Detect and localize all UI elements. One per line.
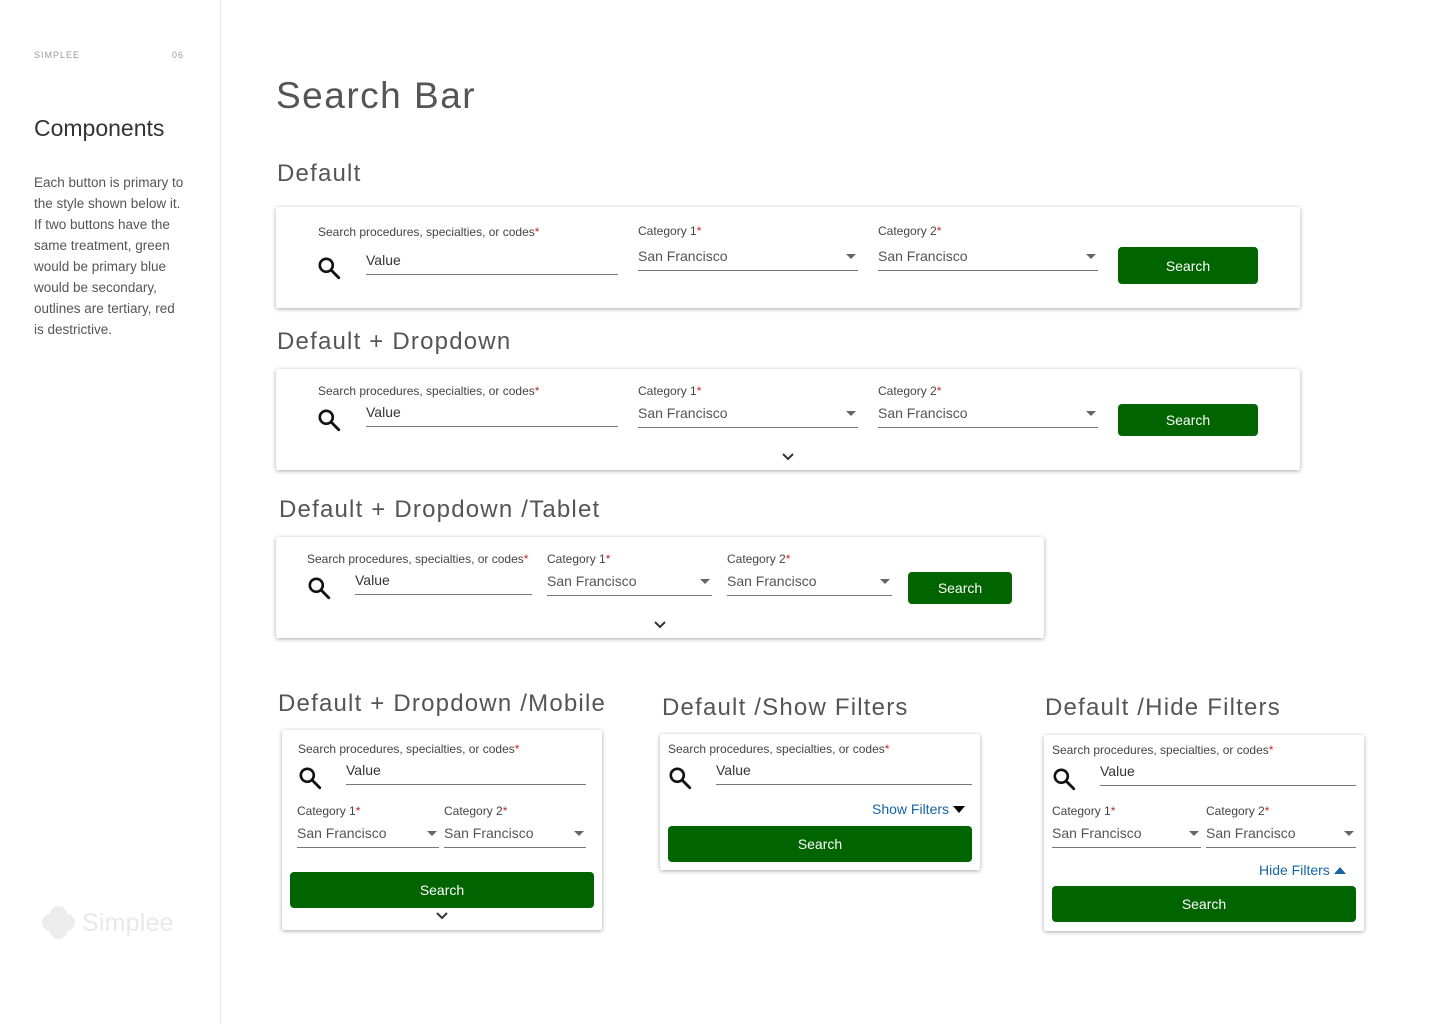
search-field-label: Search procedures, specialties, or codes… (318, 225, 540, 239)
section-title-default: Default (277, 160, 362, 187)
category1-label: Category 1* (297, 804, 361, 818)
search-field-label: Search procedures, specialties, or codes… (318, 384, 540, 398)
search-input[interactable]: Value (346, 759, 586, 785)
category1-label: Category 1* (638, 224, 702, 238)
chevron-down-icon[interactable] (781, 452, 795, 462)
caret-down-icon (1189, 831, 1199, 836)
category1-select[interactable]: San Francisco (638, 402, 858, 428)
search-icon[interactable] (306, 575, 332, 601)
caret-down-icon (1086, 411, 1096, 416)
search-input[interactable]: Value (355, 569, 532, 595)
caret-down-icon (846, 411, 856, 416)
search-bar-show-filters: Search procedures, specialties, or codes… (660, 734, 980, 870)
category1-select[interactable]: San Francisco (547, 570, 712, 596)
show-filters-link[interactable]: Show Filters (872, 801, 966, 817)
category1-label: Category 1* (547, 552, 611, 566)
section-title-mobile: Default + Dropdown /Mobile (278, 690, 607, 717)
category2-select[interactable]: San Francisco (878, 245, 1098, 271)
search-icon[interactable] (297, 765, 323, 791)
category1-select[interactable]: San Francisco (1052, 822, 1201, 848)
search-button[interactable]: Search (1118, 404, 1258, 436)
search-button[interactable]: Search (668, 826, 972, 862)
category1-select[interactable]: San Francisco (297, 822, 439, 848)
caret-down-icon (1086, 254, 1096, 259)
search-bar-default-dropdown: Search procedures, specialties, or codes… (276, 369, 1300, 470)
page-title: Search Bar (276, 75, 477, 116)
show-filters-label: Show Filters (872, 801, 950, 817)
section-title-show-filters: Default /Show Filters (662, 694, 909, 721)
category2-label: Category 2* (444, 804, 508, 818)
category2-label: Category 2* (727, 552, 791, 566)
search-input[interactable]: Value (1100, 760, 1356, 786)
category2-label: Category 2* (878, 384, 942, 398)
search-icon[interactable] (316, 255, 342, 281)
triangle-down-icon (953, 805, 966, 813)
search-input[interactable]: Value (366, 401, 618, 427)
chevron-down-icon[interactable] (435, 911, 449, 921)
search-icon[interactable] (667, 765, 693, 791)
caret-down-icon (846, 254, 856, 259)
chevron-down-icon[interactable] (653, 620, 667, 630)
search-button[interactable]: Search (1052, 886, 1356, 922)
search-icon[interactable] (1051, 766, 1077, 792)
search-bar-default: Search procedures, specialties, or codes… (276, 207, 1300, 308)
simplee-logo: Simplee (42, 906, 174, 940)
search-input[interactable]: Value (716, 759, 972, 785)
hide-filters-link[interactable]: Hide Filters (1259, 862, 1346, 878)
category2-select[interactable]: San Francisco (444, 822, 586, 848)
section-title-tablet: Default + Dropdown /Tablet (279, 496, 601, 523)
search-button[interactable]: Search (908, 572, 1012, 604)
search-button[interactable]: Search (290, 872, 594, 908)
search-bar-hide-filters: Search procedures, specialties, or codes… (1044, 735, 1364, 931)
category1-label: Category 1* (1052, 804, 1116, 818)
search-bar-tablet: Search procedures, specialties, or codes… (276, 537, 1044, 638)
brand-label: SIMPLEE (34, 50, 81, 60)
sidebar: SIMPLEE 06 Components Each button is pri… (0, 0, 221, 1024)
category2-label: Category 2* (878, 224, 942, 238)
sidebar-description: Each button is primary to the style show… (34, 175, 184, 337)
category2-select[interactable]: San Francisco (1206, 822, 1356, 848)
logo-mark-icon (42, 906, 76, 940)
page-number: 06 (172, 50, 185, 60)
category2-select[interactable]: San Francisco (727, 570, 892, 596)
section-title-hide-filters: Default /Hide Filters (1045, 694, 1281, 721)
caret-down-icon (1344, 831, 1354, 836)
category1-select[interactable]: San Francisco (638, 245, 858, 271)
search-icon[interactable] (316, 407, 342, 433)
caret-down-icon (427, 831, 437, 836)
logo-text: Simplee (82, 908, 174, 937)
category2-label: Category 2* (1206, 804, 1270, 818)
search-field-label: Search procedures, specialties, or codes… (307, 552, 529, 566)
triangle-up-icon (1333, 866, 1346, 874)
caret-down-icon (574, 831, 584, 836)
sidebar-title: Components (34, 115, 165, 141)
search-field-label: Search procedures, specialties, or codes… (668, 742, 890, 756)
search-button[interactable]: Search (1118, 247, 1258, 284)
search-field-label: Search procedures, specialties, or codes… (1052, 743, 1274, 757)
caret-down-icon (880, 579, 890, 584)
category2-select[interactable]: San Francisco (878, 402, 1098, 428)
section-title-default-dropdown: Default + Dropdown (277, 328, 512, 355)
search-input[interactable]: Value (366, 249, 618, 275)
search-field-label: Search procedures, specialties, or codes… (298, 742, 520, 756)
search-bar-mobile: Search procedures, specialties, or codes… (282, 730, 602, 930)
category1-label: Category 1* (638, 384, 702, 398)
caret-down-icon (700, 579, 710, 584)
hide-filters-label: Hide Filters (1259, 862, 1330, 878)
